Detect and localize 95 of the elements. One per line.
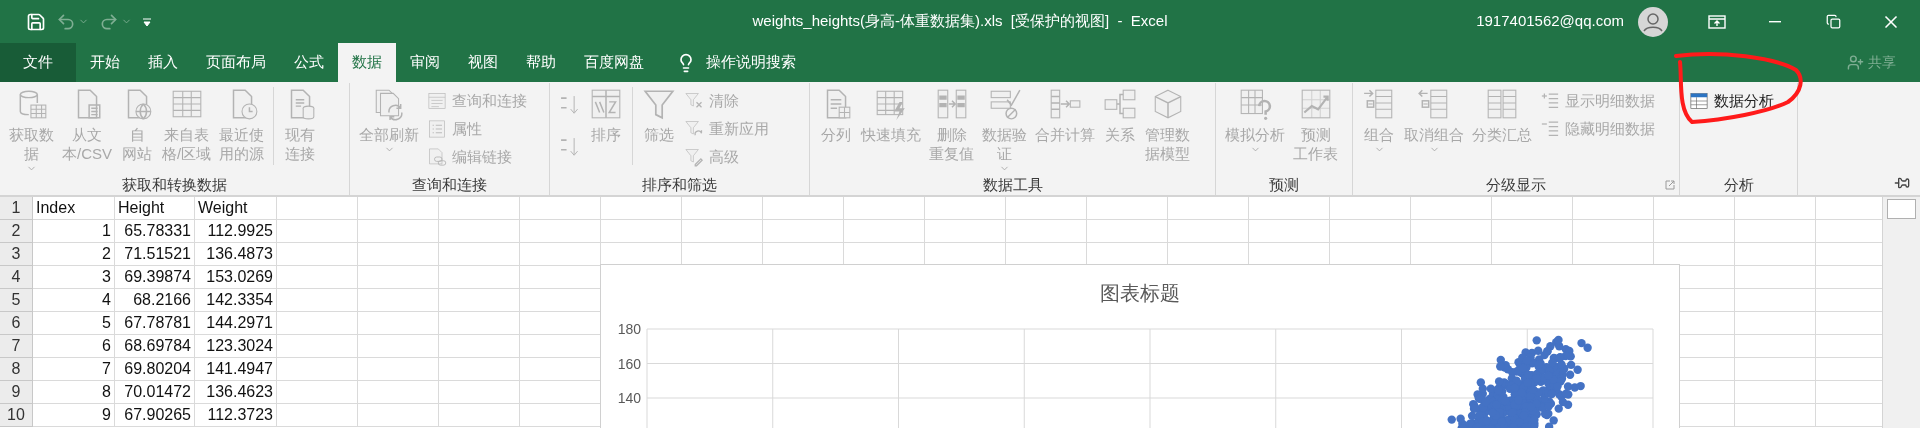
relationships-icon [1103,87,1137,121]
ribbon-tab[interactable]: 插入 [134,43,192,82]
row-header[interactable]: 9 [0,381,33,404]
table-cell: 65.78331 [115,220,195,243]
tell-me-search[interactable]: 操作说明搜索 [706,51,796,74]
list-icon [427,119,447,139]
axis-tick-label: 160 [617,355,641,372]
table-list-icon [427,91,447,111]
window-up-arrow-icon [1708,14,1726,29]
expand-rows-icon [1540,91,1560,111]
caret-icon [142,15,152,28]
customize-button[interactable] [142,15,152,28]
minimize-icon [1769,20,1781,23]
vertical-scrollbar[interactable] [1882,197,1920,428]
table-cell: 69.39874 [115,266,195,289]
row-header[interactable]: 10 [0,404,33,427]
ribbon-tab[interactable]: 审阅 [396,43,454,82]
table-cell: 136.4623 [195,381,277,404]
sort-grid-icon [589,87,623,121]
table-cell: 141.4947 [195,358,277,381]
what-if-icon [1238,87,1272,121]
table-cell: 67.90265 [115,404,195,427]
redo-icon [99,11,119,32]
funnel-icon [642,87,676,121]
window-title: weights_heights(身高-体重数据集).xls [受保护的视图] - Excel [752,11,1168,32]
table-cell: 8 [33,381,115,404]
link-icon [427,147,447,167]
pin-icon[interactable] [1894,175,1910,191]
table-cell: 142.3354 [195,289,277,312]
collapse-rows-icon [1540,119,1560,139]
group-label: 预测 [1269,176,1299,194]
chart-title: 图表标题 [1100,281,1180,305]
subtotal-icon [1485,87,1519,121]
table-cell: 9 [33,404,115,427]
group-label: 查询和连接 [412,176,487,194]
ribbon-tab[interactable]: 视图 [454,43,512,82]
ribbon-tab[interactable]: 开始 [76,43,134,82]
person-plus-icon [1847,54,1864,71]
group-label: 获取和转换数据 [122,176,227,194]
table-cell: 68.69784 [115,335,195,358]
row-header[interactable]: 2 [0,220,33,243]
dialog-launcher-icon[interactable] [1665,180,1675,190]
group-label: 排序和筛选 [642,176,717,194]
restore-icon [1825,14,1841,29]
group-label: 数据工具 [982,176,1043,194]
data-analysis-icon [1689,91,1709,111]
undo-icon [56,11,76,32]
row-header[interactable]: 3 [0,243,33,266]
table-cell: 67.78781 [115,312,195,335]
table-cell: 2 [33,243,115,266]
group-label: 分级显示 [1486,176,1546,194]
ribbon-tab[interactable]: 公式 [280,43,338,82]
row-header[interactable]: 1 [0,197,33,220]
ribbon-button[interactable]: 数据分析 [1686,87,1777,115]
row-header[interactable]: 5 [0,289,33,312]
scrollbar-thumb[interactable] [1887,199,1916,219]
table-cell: 6 [33,335,115,358]
ribbon-tab[interactable]: 百度网盘 [570,43,658,82]
table-cell: 69.80204 [115,358,195,381]
table-cell: 5 [33,312,115,335]
account-name[interactable]: 1917401562@qq.com [1476,10,1624,33]
table-cell: 71.51521 [115,243,195,266]
table-cell: 4 [33,289,115,312]
table-cell: Height [115,197,195,220]
axis-tick-label: 140 [617,390,641,406]
table-cell: 3 [33,266,115,289]
row-header[interactable]: 7 [0,335,33,358]
row-header[interactable]: 8 [0,358,33,381]
consolidate-icon [1048,87,1082,121]
table-cell: 153.0269 [195,266,277,289]
table-cell: Index [33,197,115,220]
table-cell: 112.9925 [195,220,277,243]
ribbon-tab[interactable]: 页面布局 [192,43,280,82]
funnel-pencil-icon [684,147,704,167]
row-header[interactable]: 6 [0,312,33,335]
table-cell: 7 [33,358,115,381]
table-cell: 68.2166 [115,289,195,312]
table-cell: 123.3024 [195,335,277,358]
sort-ascending-icon [559,94,581,116]
group-label: 分析 [1723,176,1754,194]
table-cell: 136.4873 [195,243,277,266]
ribbon-tab[interactable]: 帮助 [512,43,570,82]
ribbon-tab[interactable]: 数据 [338,43,396,82]
table-cell: 112.3723 [195,404,277,427]
sort-descending-icon [559,136,581,158]
avatar-icon[interactable] [1638,6,1668,37]
ribbon-tab[interactable]: 文件 [0,43,76,82]
row-header[interactable]: 4 [0,266,33,289]
table-cell: 1 [33,220,115,243]
table-cell: 144.2971 [195,312,277,335]
table-cell: 70.01472 [115,381,195,404]
save-icon [26,11,46,32]
axis-tick-label: 180 [617,321,641,337]
save-button[interactable] [26,11,46,32]
table-cell: Weight [195,197,277,220]
